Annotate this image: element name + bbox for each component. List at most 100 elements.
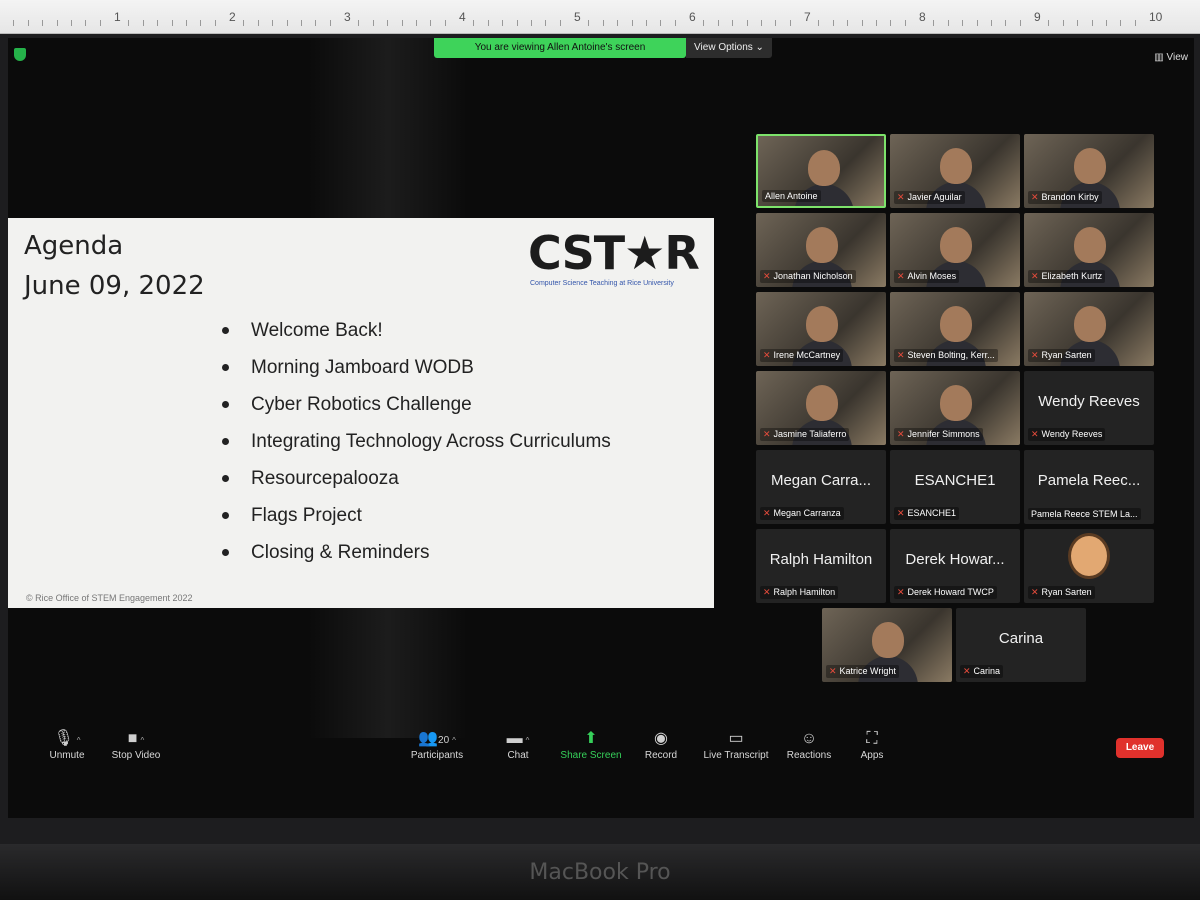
- participant-name: Jasmine Taliaferro: [773, 429, 847, 439]
- participant-name-label: ✕ Megan Carranza: [760, 507, 844, 520]
- video-camera-icon: ■ ^: [127, 730, 145, 747]
- leave-button[interactable]: Leave: [1116, 738, 1164, 758]
- unmute-label: Unmute: [49, 750, 85, 761]
- ruler-tick: [775, 20, 777, 26]
- participant-tile[interactable]: ✕ Jennifer Simmons: [890, 371, 1020, 445]
- apps-button[interactable]: ⛶ Apps: [854, 728, 890, 761]
- ruler-tick: [703, 20, 705, 26]
- participant-name-label: ✕ Ralph Hamilton: [760, 586, 839, 599]
- ruler-tick: [1091, 20, 1093, 26]
- agenda-item: Flags Project: [222, 501, 611, 538]
- participant-video-face: [806, 306, 838, 342]
- ruler-tick: [27, 20, 29, 26]
- participant-video-face: [806, 385, 838, 421]
- ruler-tick: [962, 20, 964, 26]
- muted-mic-icon: ✕: [763, 587, 771, 597]
- ruler-tick: [1062, 20, 1064, 26]
- view-button[interactable]: ▥ View: [1154, 52, 1188, 63]
- ruler-number: 3: [344, 10, 351, 24]
- ruler-tick: [214, 20, 216, 26]
- ruler-tick: [42, 20, 44, 26]
- participant-video-face: [808, 150, 840, 186]
- participant-tile[interactable]: ✕ Alvin Moses: [890, 213, 1020, 287]
- participant-tile[interactable]: ✕ Katrice Wright: [822, 608, 952, 682]
- participants-button[interactable]: 👥20 ^ Participants: [406, 728, 468, 761]
- ruler-tick: [876, 20, 877, 26]
- participant-tile[interactable]: Pamela Reec... Pamela Reece STEM La...: [1024, 450, 1154, 524]
- ruler-tick: [444, 20, 446, 26]
- chat-button[interactable]: ▬ ^ Chat: [498, 728, 538, 761]
- unmute-button[interactable]: 🎙 ^ Unmute: [42, 728, 92, 761]
- participant-name: Derek Howard TWCP: [907, 587, 994, 597]
- reactions-button[interactable]: ☺ Reactions: [784, 728, 834, 761]
- participant-tile[interactable]: Allen Antoine: [756, 134, 886, 208]
- ruler-tick: [502, 20, 504, 26]
- agenda-list: Welcome Back! Morning Jamboard WODB Cybe…: [222, 316, 611, 575]
- ruler-tick: [257, 20, 259, 26]
- view-options-button[interactable]: View Options ⌄: [686, 38, 772, 58]
- participant-video-face: [940, 148, 972, 184]
- chat-bubble-icon: ▬ ^: [506, 730, 530, 747]
- ruler-tick: [746, 20, 748, 26]
- record-icon: ◉: [654, 730, 668, 747]
- participant-tile[interactable]: Wendy Reeves ✕ Wendy Reeves: [1024, 371, 1154, 445]
- shared-slide: Agenda June 09, 2022 CST★R Computer Scie…: [8, 218, 714, 608]
- participant-tile[interactable]: ✕ Javier Aguilar: [890, 134, 1020, 208]
- bullet-icon: [222, 475, 229, 483]
- participant-tile[interactable]: ✕ Brandon Kirby: [1024, 134, 1154, 208]
- participant-name: Pamela Reece STEM La...: [1031, 509, 1138, 519]
- participant-tile[interactable]: Megan Carra... ✕ Megan Carranza: [756, 450, 886, 524]
- agenda-item-text: Closing & Reminders: [251, 542, 430, 563]
- ruler-tick: [358, 20, 360, 26]
- participant-tile[interactable]: Ralph Hamilton ✕ Ralph Hamilton: [756, 529, 886, 603]
- participant-tile[interactable]: ✕ Jonathan Nicholson: [756, 213, 886, 287]
- participant-tile[interactable]: ✕ Steven Bolting, Kerr...: [890, 292, 1020, 366]
- muted-mic-icon: ✕: [1031, 429, 1039, 439]
- stop-video-button[interactable]: ■ ^ Stop Video: [104, 728, 168, 761]
- live-transcript-label: Live Transcript: [703, 750, 769, 761]
- participant-name-label: ✕ Alvin Moses: [894, 270, 960, 283]
- agenda-item: Resourcepalooza: [222, 464, 611, 501]
- security-shield-icon[interactable]: [14, 48, 26, 61]
- closed-caption-icon: ▭: [728, 730, 744, 747]
- participant-tile[interactable]: Carina ✕ Carina: [956, 608, 1086, 682]
- participant-video-face: [1074, 306, 1106, 342]
- laptop-frame: You are viewing Allen Antoine's screen V…: [0, 34, 1200, 900]
- live-transcript-button[interactable]: ▭ Live Transcript: [698, 728, 774, 761]
- participant-tile[interactable]: ✕ Ryan Sarten: [1024, 529, 1154, 603]
- muted-mic-icon: ✕: [897, 192, 905, 202]
- bullet-icon: [222, 438, 229, 446]
- ruler-tick: [272, 20, 274, 26]
- participant-tile[interactable]: ESANCHE1 ✕ ESANCHE1: [890, 450, 1020, 524]
- participant-name-label: ✕ Elizabeth Kurtz: [1028, 270, 1106, 283]
- ruler-tick: [329, 20, 331, 26]
- participant-video-face: [940, 227, 972, 263]
- muted-mic-icon: ✕: [763, 271, 771, 281]
- participant-tile[interactable]: ✕ Ryan Sarten: [1024, 292, 1154, 366]
- agenda-item: Cyber Robotics Challenge: [222, 390, 611, 427]
- ruler-tick: [171, 20, 173, 26]
- ruler-tick: [99, 20, 101, 26]
- ruler-tick: [71, 20, 72, 26]
- ruler-tick: [617, 20, 619, 26]
- participant-tile[interactable]: ✕ Elizabeth Kurtz: [1024, 213, 1154, 287]
- ruler-tick: [545, 20, 547, 26]
- ruler-tick: [890, 20, 892, 26]
- participant-tile[interactable]: ✕ Jasmine Taliaferro: [756, 371, 886, 445]
- slide-copyright: © Rice Office of STEM Engagement 2022: [26, 593, 193, 603]
- apps-icon: ⛶: [866, 730, 878, 747]
- ruler-tick: [947, 20, 949, 26]
- ruler-number: 10: [1149, 10, 1163, 24]
- share-screen-button[interactable]: ⬆ Share Screen: [558, 728, 624, 761]
- ruler-tick: [717, 20, 719, 26]
- ruler-tick: [1106, 20, 1107, 26]
- ruler-tick: [646, 20, 647, 26]
- record-button[interactable]: ◉ Record: [640, 728, 682, 761]
- ruler-tick: [976, 20, 978, 26]
- bullet-icon: [222, 327, 229, 335]
- participant-tile[interactable]: ✕ Irene McCartney: [756, 292, 886, 366]
- ruler-tick: [1134, 20, 1136, 26]
- share-screen-icon: ⬆: [584, 730, 598, 747]
- participant-tile[interactable]: Derek Howar... ✕ Derek Howard TWCP: [890, 529, 1020, 603]
- ruler-tick: [847, 20, 849, 26]
